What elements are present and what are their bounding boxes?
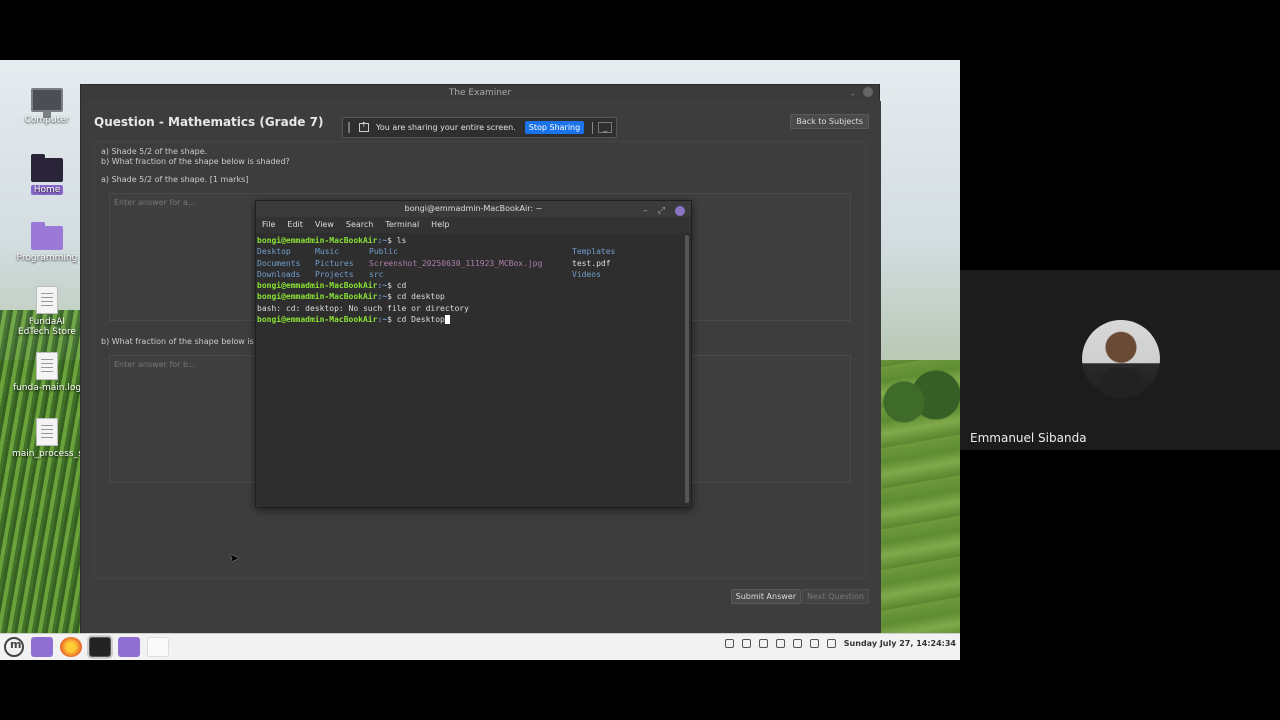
participant-video-tile[interactable]: Emmanuel Sibanda (960, 270, 1280, 450)
stop-sharing-button[interactable]: Stop Sharing (524, 121, 585, 134)
desktop-icon-label: Home (30, 185, 64, 195)
volume-icon[interactable] (809, 639, 819, 648)
share-message: You are sharing your entire screen. (376, 123, 516, 132)
desktop-icon-programming[interactable]: Programming (12, 222, 82, 263)
desktop-icon-label: FundaAI EdTech Store (17, 317, 77, 337)
computer-icon (31, 88, 63, 118)
desktop-icon-label: Programming (16, 253, 78, 263)
answer-b-placeholder: Enter answer for b... (114, 360, 196, 369)
close-icon[interactable] (675, 206, 685, 216)
drag-handle-icon[interactable] (348, 122, 350, 133)
desktop-icon-log[interactable]: funda-main.log (12, 352, 82, 393)
firefox-icon[interactable] (60, 637, 82, 657)
question-line: b) What fraction of the shape below is s… (101, 157, 290, 166)
next-question-button[interactable]: Next Question (802, 589, 869, 604)
folder-icon[interactable] (118, 637, 140, 657)
terminal-icon[interactable] (89, 637, 111, 657)
desktop-icon-label: main_process_started_TEST.txt (12, 449, 151, 459)
answer-a-placeholder: Enter answer for a... (114, 198, 196, 207)
terminal-line: Desktop Music Public Templates (257, 247, 616, 257)
home-folder-icon (31, 154, 63, 182)
printer-icon[interactable] (775, 639, 785, 648)
terminal-line: bongi@emmadmin-MacBookAir:~$ cd desktop (257, 292, 445, 302)
notification-icon[interactable] (724, 639, 734, 648)
menu-search[interactable]: Search (346, 217, 373, 233)
document-icon (36, 352, 58, 380)
desktop-icon-computer[interactable]: Computer (12, 88, 82, 125)
meeting-view: Computer Home Programming FundaAI EdTech… (0, 0, 1280, 720)
terminal-line: bongi@emmadmin-MacBookAir:~$ cd (257, 281, 407, 291)
menu-edit[interactable]: Edit (287, 217, 303, 233)
terminal-line: bash: cd: desktop: No such file or direc… (257, 303, 469, 313)
wallpaper-trees (880, 360, 960, 430)
taskbar: Sunday July 27, 14:24:34 (0, 633, 960, 660)
terminal-output[interactable]: bongi@emmadmin-MacBookAir:~$ ls Desktop Mu… (256, 235, 686, 507)
part-b-label: b) What fraction of the shape below is s (101, 337, 261, 346)
desktop-icon-home[interactable]: Home (12, 154, 82, 195)
avatar (1082, 320, 1160, 398)
system-tray: Sunday July 27, 14:24:34 (724, 639, 956, 648)
battery-icon[interactable] (826, 639, 836, 648)
minimize-icon[interactable]: – (643, 203, 648, 219)
participant-name: Emmanuel Sibanda (970, 431, 1087, 445)
menu-file[interactable]: File (262, 217, 275, 233)
question-text: a) Shade 5/2 of the shape. b) What fract… (101, 147, 290, 167)
question-line: a) Shade 5/2 of the shape. (101, 147, 208, 156)
folder-icon (31, 222, 63, 250)
terminal-line: Documents Pictures Screenshot_20250630_111… (257, 258, 611, 268)
menu-icon[interactable] (4, 637, 24, 657)
terminal-menubar: File Edit View Search Terminal Help (256, 217, 691, 233)
maximize-icon[interactable]: ⤢ (658, 203, 665, 219)
back-to-subjects-button[interactable]: Back to Subjects (790, 114, 869, 129)
menu-view[interactable]: View (315, 217, 334, 233)
desktop-icon-store[interactable]: FundaAI EdTech Store (12, 286, 82, 337)
menu-help[interactable]: Help (431, 217, 449, 233)
document-icon (36, 418, 58, 446)
close-icon[interactable] (863, 87, 873, 97)
divider (592, 121, 594, 134)
clock[interactable]: Sunday July 27, 14:24:34 (844, 639, 956, 648)
terminal-window[interactable]: bongi@emmadmin-MacBookAir: ~ – ⤢ File Ed… (255, 200, 692, 508)
text-cursor (444, 315, 450, 325)
window-title: The Examiner (448, 88, 512, 98)
screen-share-bar: You are sharing your entire screen. Stop… (342, 117, 617, 138)
part-a-label: a) Shade 5/2 of the shape. [1 marks] (101, 175, 249, 184)
clipboard-icon[interactable] (741, 639, 751, 648)
terminal-line: bongi@emmadmin-MacBookAir:~$ cd Desktop (257, 314, 686, 325)
wifi-icon[interactable] (792, 639, 802, 648)
shared-screen: Computer Home Programming FundaAI EdTech… (0, 60, 960, 660)
terminal-line: bongi@emmadmin-MacBookAir:~$ ls (257, 236, 407, 245)
update-shield-icon[interactable] (758, 639, 768, 648)
document-icon (36, 286, 58, 314)
terminal-scrollbar[interactable] (685, 235, 689, 503)
desktop-icon-label: funda-main.log (12, 383, 82, 393)
terminal-title: bongi@emmadmin-MacBookAir: ~ (404, 204, 543, 213)
submit-answer-button[interactable]: Submit Answer (730, 589, 801, 604)
page-title: Question - Mathematics (Grade 7) (94, 115, 324, 129)
files-icon[interactable] (31, 637, 53, 657)
desktop-icon-txt[interactable]: main_process_started_TEST.txt (12, 418, 151, 459)
mouse-pointer-icon: ➤ (229, 551, 240, 565)
window-icon[interactable] (147, 637, 169, 657)
hide-bar-button[interactable]: _ (598, 122, 613, 133)
screen-share-icon (359, 121, 369, 132)
terminal-titlebar[interactable]: bongi@emmadmin-MacBookAir: ~ – ⤢ (256, 201, 691, 217)
examiner-titlebar[interactable]: The Examiner – (81, 85, 879, 101)
terminal-line: Downloads Projects src Videos (257, 269, 601, 279)
menu-terminal[interactable]: Terminal (385, 217, 419, 233)
